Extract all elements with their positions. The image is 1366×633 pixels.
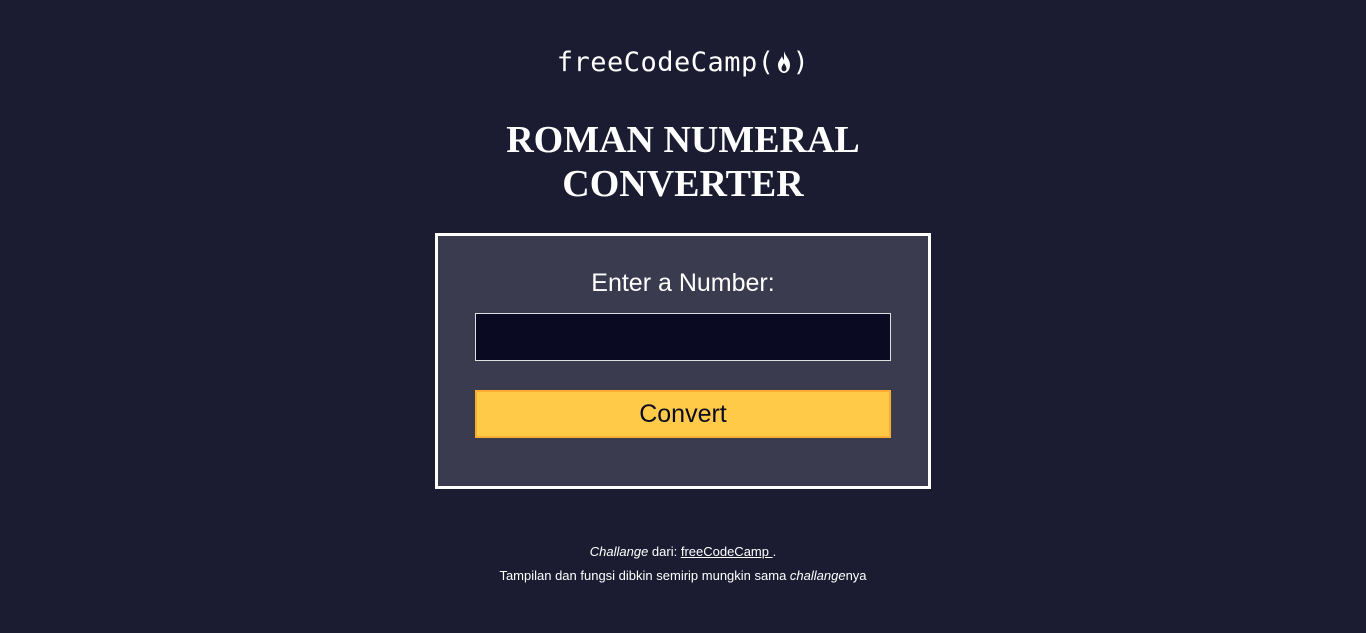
footer-note-text: Tampilan dan fungsi dibkin semirip mungk… [499,568,790,583]
footer-note-italic: challange [789,568,846,583]
page-title-line1: ROMAN NUMERAL [506,119,860,161]
freecodecamp-logo: freeCodeCamp( ) [0,44,1366,80]
footer-note-end: nya [845,568,867,583]
page-title: ROMAN NUMERAL CONVERTER [0,118,1366,206]
footer: Challange dari: freeCodeCamp . Tampilan … [0,540,1366,588]
number-input[interactable] [475,313,891,361]
footer-challange-word: Challange [589,544,649,559]
footer-credit: Challange dari: freeCodeCamp . [0,540,1366,564]
logo-close-paren: ) [792,46,810,78]
footer-period: . [772,544,777,559]
converter-form: Enter a Number: Convert [435,233,931,489]
page-title-line2: CONVERTER [562,163,804,205]
flame-icon [777,51,790,73]
convert-button[interactable]: Convert [475,390,891,438]
freecodecamp-link[interactable]: freeCodeCamp [681,544,773,559]
logo-open-paren: ( [757,46,775,78]
footer-dari-text: dari: [648,544,681,559]
footer-note: Tampilan dan fungsi dibkin semirip mungk… [0,564,1366,588]
number-label: Enter a Number: [591,269,775,297]
logo-text: freeCodeCamp [556,46,758,78]
